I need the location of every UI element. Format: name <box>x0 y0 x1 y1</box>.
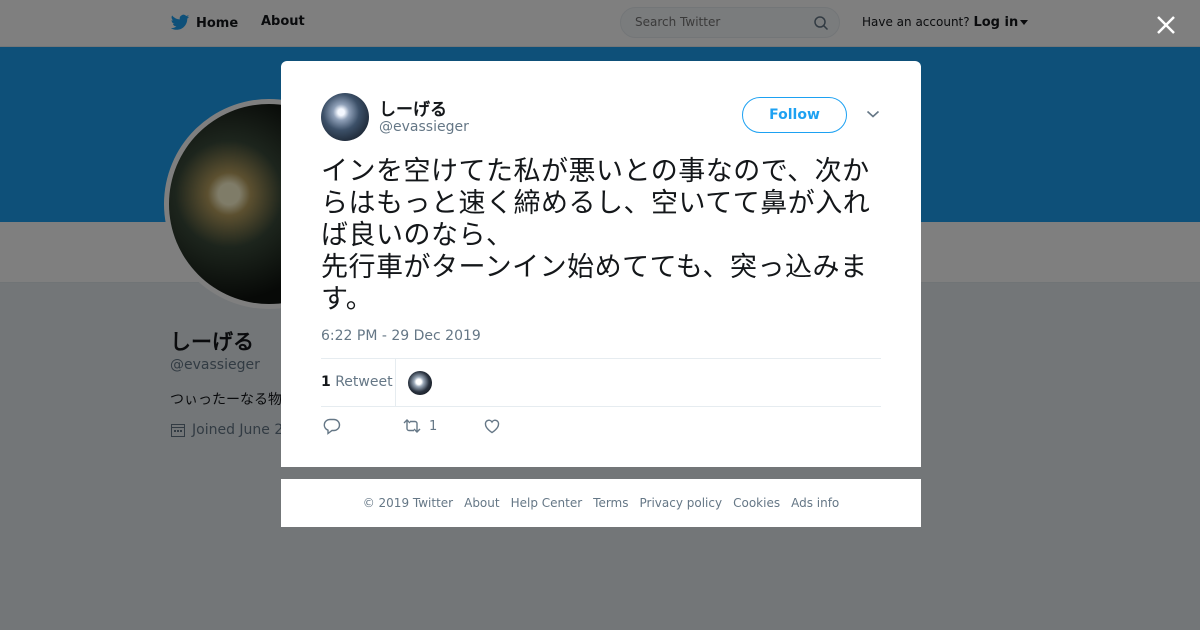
footer-copyright: © 2019 Twitter <box>362 496 454 510</box>
tweet-author-name[interactable]: しーげる <box>379 95 447 120</box>
tweet-timestamp[interactable]: 6:22 PM - 29 Dec 2019 <box>321 328 481 344</box>
retweet-stat-count: 1 <box>321 374 331 390</box>
like-button[interactable] <box>483 417 501 435</box>
modal-footer: © 2019 Twitter About Help Center Terms P… <box>281 479 921 527</box>
footer-link-cookies[interactable]: Cookies <box>733 496 780 510</box>
like-icon <box>484 419 500 434</box>
tweet-modal: しーげる @evassieger Follow インを空けてた私が悪いとの事なの… <box>281 61 921 467</box>
tweet-stats: 1 Retweet <box>321 358 881 407</box>
footer-link-help-center[interactable]: Help Center <box>511 496 583 510</box>
tweet-actions: 1 <box>321 417 621 439</box>
footer-link-privacy[interactable]: Privacy policy <box>640 496 723 510</box>
reply-button[interactable] <box>323 417 341 435</box>
tweet-author-avatar[interactable] <box>321 93 369 141</box>
chevron-down-icon[interactable] <box>866 109 880 119</box>
retweeter-avatar[interactable] <box>408 371 432 395</box>
reply-icon <box>323 418 341 435</box>
retweet-button[interactable]: 1 <box>403 417 437 435</box>
retweet-action-count: 1 <box>429 418 438 434</box>
footer-link-ads-info[interactable]: Ads info <box>791 496 839 510</box>
tweet-author-handle[interactable]: @evassieger <box>379 119 469 135</box>
retweet-stat[interactable]: 1 Retweet <box>321 374 393 390</box>
retweet-icon <box>403 419 421 433</box>
retweet-stat-label: Retweet <box>335 374 393 390</box>
follow-button[interactable]: Follow <box>742 97 847 133</box>
footer-link-about[interactable]: About <box>464 496 499 510</box>
footer-link-terms[interactable]: Terms <box>593 496 628 510</box>
stat-divider <box>395 359 396 406</box>
tweet-text: インを空けてた私が悪いとの事なので、次からはもっと速く締めるし、空いてて鼻が入れ… <box>321 156 871 315</box>
close-icon[interactable] <box>1155 14 1177 36</box>
